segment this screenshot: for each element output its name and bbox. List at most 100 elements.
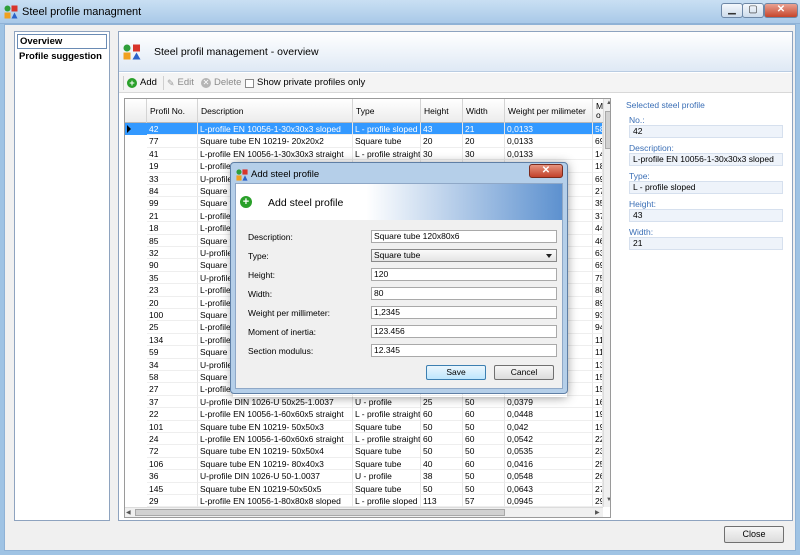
table-row[interactable]: 22 L-profile EN 10056-1-60x60x5 straight L… xyxy=(125,408,603,421)
inertia-input[interactable]: 123.456 xyxy=(371,325,557,338)
table-cell-h: 30 xyxy=(421,147,463,161)
table-cell-wpm: 0,042 xyxy=(505,420,593,433)
table-cell-no: 25 xyxy=(147,321,198,334)
table-cell-h: 20 xyxy=(421,135,463,148)
table-row[interactable]: 72 Square tube EN 10219- 50x50x4 Square tu… xyxy=(125,445,603,458)
app-logo-icon xyxy=(4,5,18,19)
height-input[interactable]: 120 xyxy=(371,268,557,281)
add-button[interactable]: + Add xyxy=(127,76,157,90)
table-cell-m: 80 xyxy=(593,284,603,297)
table-row[interactable]: 29 L-profile EN 10056-1-80x80x8 sloped L -… xyxy=(125,495,603,508)
table-cell-wpm: 0,0542 xyxy=(505,433,593,446)
table-cell-no: 33 xyxy=(147,172,198,185)
table-cell-desc: U-profile DIN 1026-U 50-1.0037 xyxy=(198,470,353,483)
checkbox-box[interactable] xyxy=(245,78,254,88)
scroll-up-icon[interactable]: ▲ xyxy=(606,100,610,106)
table-cell-m: 69 xyxy=(593,259,603,272)
table-cell-no: 36 xyxy=(147,470,198,483)
table-row[interactable]: 101 Square tube EN 10219- 50x50x3 Square t… xyxy=(125,420,603,433)
table-cell-wpm: 0,0379 xyxy=(505,395,593,409)
table-cell-h: 60 xyxy=(421,408,463,421)
table-cell-m: 44 xyxy=(593,222,603,235)
table-cell-w: 50 xyxy=(463,420,505,433)
table-cell-m: 93 xyxy=(593,309,603,322)
maximize-button[interactable]: ▢ xyxy=(742,3,764,18)
table-cell-desc: U-profile DIN 1026-U 50x25-1.0037 xyxy=(198,395,353,409)
column-header-height[interactable]: Height xyxy=(421,99,463,123)
grid-header: Profil No. Description Type Height Width… xyxy=(125,99,610,123)
table-row[interactable]: 106 Square tube EN 10219- 80x40x3 Square t… xyxy=(125,457,603,471)
table-cell-desc: L-profile EN 10056-1-60x60x5 straight xyxy=(198,408,353,421)
table-cell-desc: L-profile EN 10056-1-80x80x8 sloped xyxy=(198,495,353,508)
scroll-left-icon[interactable]: ◀ xyxy=(126,509,131,516)
column-header-weight[interactable]: Weight per milimeter xyxy=(505,99,593,123)
vertical-scroll-thumb[interactable] xyxy=(605,111,610,149)
table-row[interactable]: 41 L-profile EN 10056-1-30x30x3 straight L… xyxy=(125,147,603,161)
table-row[interactable]: 145 Square tube EN 10219-50x50x5 Square tu… xyxy=(125,482,603,495)
table-cell-no: 23 xyxy=(147,284,198,297)
toolbar-separator xyxy=(163,76,164,90)
table-cell-no: 34 xyxy=(147,358,198,371)
table-row[interactable]: 36 U-profile DIN 1026-U 50-1.0037 U - prof… xyxy=(125,470,603,483)
edit-button[interactable]: ✎ Edit xyxy=(167,76,194,90)
delete-icon: ✕ xyxy=(201,78,211,88)
table-cell-no: 84 xyxy=(147,185,198,198)
table-row[interactable]: 24 L-profile EN 10056-1-60x60x6 straight L… xyxy=(125,433,603,446)
save-button[interactable]: Save xyxy=(426,365,486,380)
column-header-description[interactable]: Description xyxy=(198,99,353,123)
table-cell-h: 43 xyxy=(421,123,463,136)
table-cell-m: 37 xyxy=(593,209,603,223)
window-close-button[interactable]: ✕ xyxy=(764,3,798,18)
toolbar: + Add ✎ Edit ✕ Delete Show private profi… xyxy=(119,73,792,93)
description-input[interactable]: Square tube 120x80x6 xyxy=(371,230,557,243)
nav-item-profile-suggestion[interactable]: Profile suggestion xyxy=(15,49,109,64)
detail-height-value: 43 xyxy=(629,209,783,222)
delete-button[interactable]: ✕ Delete xyxy=(201,76,241,90)
vertical-scrollbar[interactable]: ▲ ▼ xyxy=(603,99,610,507)
table-cell-m: 29 xyxy=(593,495,603,508)
dialog-close-button[interactable]: ✕ xyxy=(529,164,563,178)
column-header-no[interactable]: Profil No. xyxy=(147,99,198,123)
table-cell-m: 27 xyxy=(593,185,603,198)
weight-input[interactable]: 1,2345 xyxy=(371,306,557,319)
column-header-width[interactable]: Width xyxy=(463,99,505,123)
table-cell-no: 90 xyxy=(147,259,198,272)
table-cell-no: 145 xyxy=(147,482,198,495)
table-row[interactable]: 37 U-profile DIN 1026-U 50x25-1.0037 U - p… xyxy=(125,395,603,409)
add-icon: + xyxy=(127,78,137,88)
table-cell-w: 57 xyxy=(463,495,505,508)
table-cell-m: 69 xyxy=(593,135,603,148)
table-cell-wpm: 0,0945 xyxy=(505,495,593,508)
type-select[interactable]: Square tube xyxy=(371,249,557,262)
detail-height-label: Height: xyxy=(629,199,656,209)
column-header-type[interactable]: Type xyxy=(353,99,421,123)
dialog-title: Add steel profile xyxy=(251,169,320,180)
table-cell-no: 29 xyxy=(147,495,198,508)
table-cell-m: 35 xyxy=(593,197,603,210)
table-row[interactable]: 77 Square tube EN 10219- 20x20x2 Square tu… xyxy=(125,135,603,148)
table-cell-no: 99 xyxy=(147,197,198,210)
modulus-input[interactable]: 12.345 xyxy=(371,344,557,357)
window-title-bar: Steel profile managment ▁ ▢ ✕ xyxy=(0,0,800,24)
close-button[interactable]: Close xyxy=(724,526,784,543)
minimize-button[interactable]: ▁ xyxy=(721,3,743,18)
table-row[interactable]: 42 L-profile EN 10056-1-30x30x3 sloped L -… xyxy=(125,123,603,136)
horizontal-scrollbar[interactable]: ◀ ▶ xyxy=(125,507,603,517)
scroll-down-icon[interactable]: ▼ xyxy=(606,497,610,503)
table-cell-m: 23 xyxy=(593,445,603,458)
table-cell-m: 11 xyxy=(593,346,603,359)
main-header: Steel profil management - overview xyxy=(119,32,792,72)
table-cell-m: 13 xyxy=(593,358,603,371)
table-cell-type: L - profile straight xyxy=(353,433,421,446)
nav-item-overview[interactable]: Overview xyxy=(17,34,107,49)
type-label: Type: xyxy=(248,251,269,261)
width-input[interactable]: 80 xyxy=(371,287,557,300)
show-private-label: Show private profiles only xyxy=(257,77,366,88)
show-private-checkbox[interactable]: Show private profiles only xyxy=(245,76,365,90)
table-cell-desc: Square tube EN 10219-50x50x5 xyxy=(198,482,353,495)
table-cell-no: 59 xyxy=(147,346,198,359)
cancel-button[interactable]: Cancel xyxy=(494,365,554,380)
scroll-right-icon[interactable]: ▶ xyxy=(595,509,600,516)
table-cell-no: 41 xyxy=(147,147,198,161)
horizontal-scroll-thumb[interactable] xyxy=(135,509,505,516)
